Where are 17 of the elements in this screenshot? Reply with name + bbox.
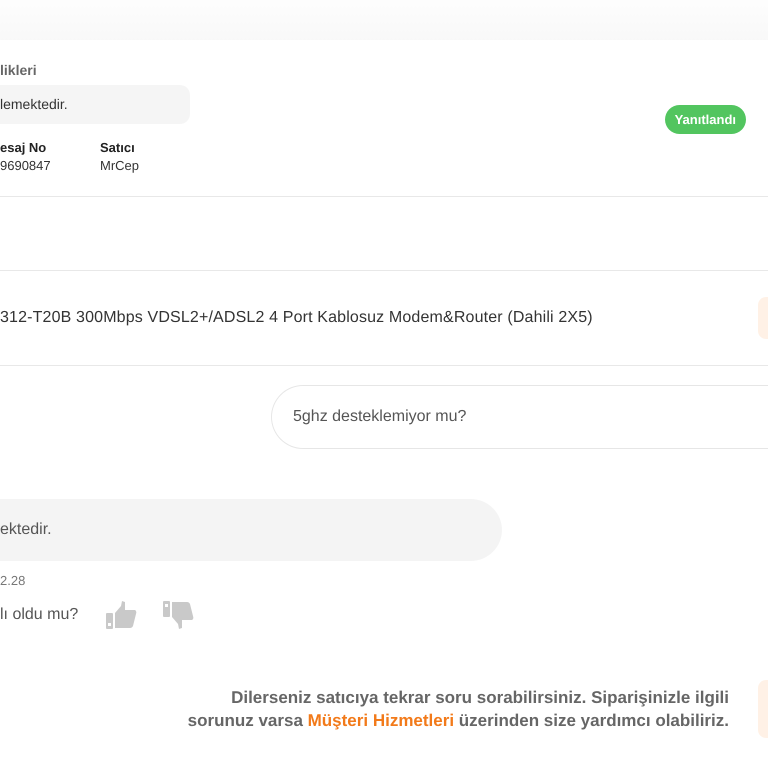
question-bubble: 5ghz desteklemiyor mu? — [271, 385, 768, 449]
thumbs-down-icon[interactable] — [163, 601, 194, 629]
help-text: Dilerseniz satıcıya tekrar soru sorabilirsiniz. Siparişinizle ilgili sorunuz varsa Müşteri Hizmetleri üzerinden size yardımcı olabiliriz. — [188, 687, 729, 732]
cut-off-button[interactable] — [758, 297, 768, 339]
detail-value: 9690847 — [0, 158, 52, 174]
question-preview: lemektedir. — [0, 85, 190, 124]
card-title: likleri — [0, 61, 37, 79]
detail-value: MrCep — [100, 158, 140, 174]
feedback-question: lı oldu mu? — [0, 606, 78, 624]
detail-label: esaj No — [0, 140, 48, 156]
detail-label: Satıcı — [100, 140, 136, 156]
answer-time: 2.28 — [0, 573, 26, 589]
status-badge: Yanıtlandı — [664, 105, 746, 134]
product-name[interactable]: 312-T20B 300Mbps VDSL2+/ADSL2 4 Port Kablosuz Modem&Router (Dahili 2X5) — [0, 309, 593, 327]
cut-off-button[interactable] — [758, 680, 768, 738]
thumbs-up-icon[interactable] — [106, 601, 138, 629]
answer-bubble: ektedir. — [0, 499, 502, 561]
